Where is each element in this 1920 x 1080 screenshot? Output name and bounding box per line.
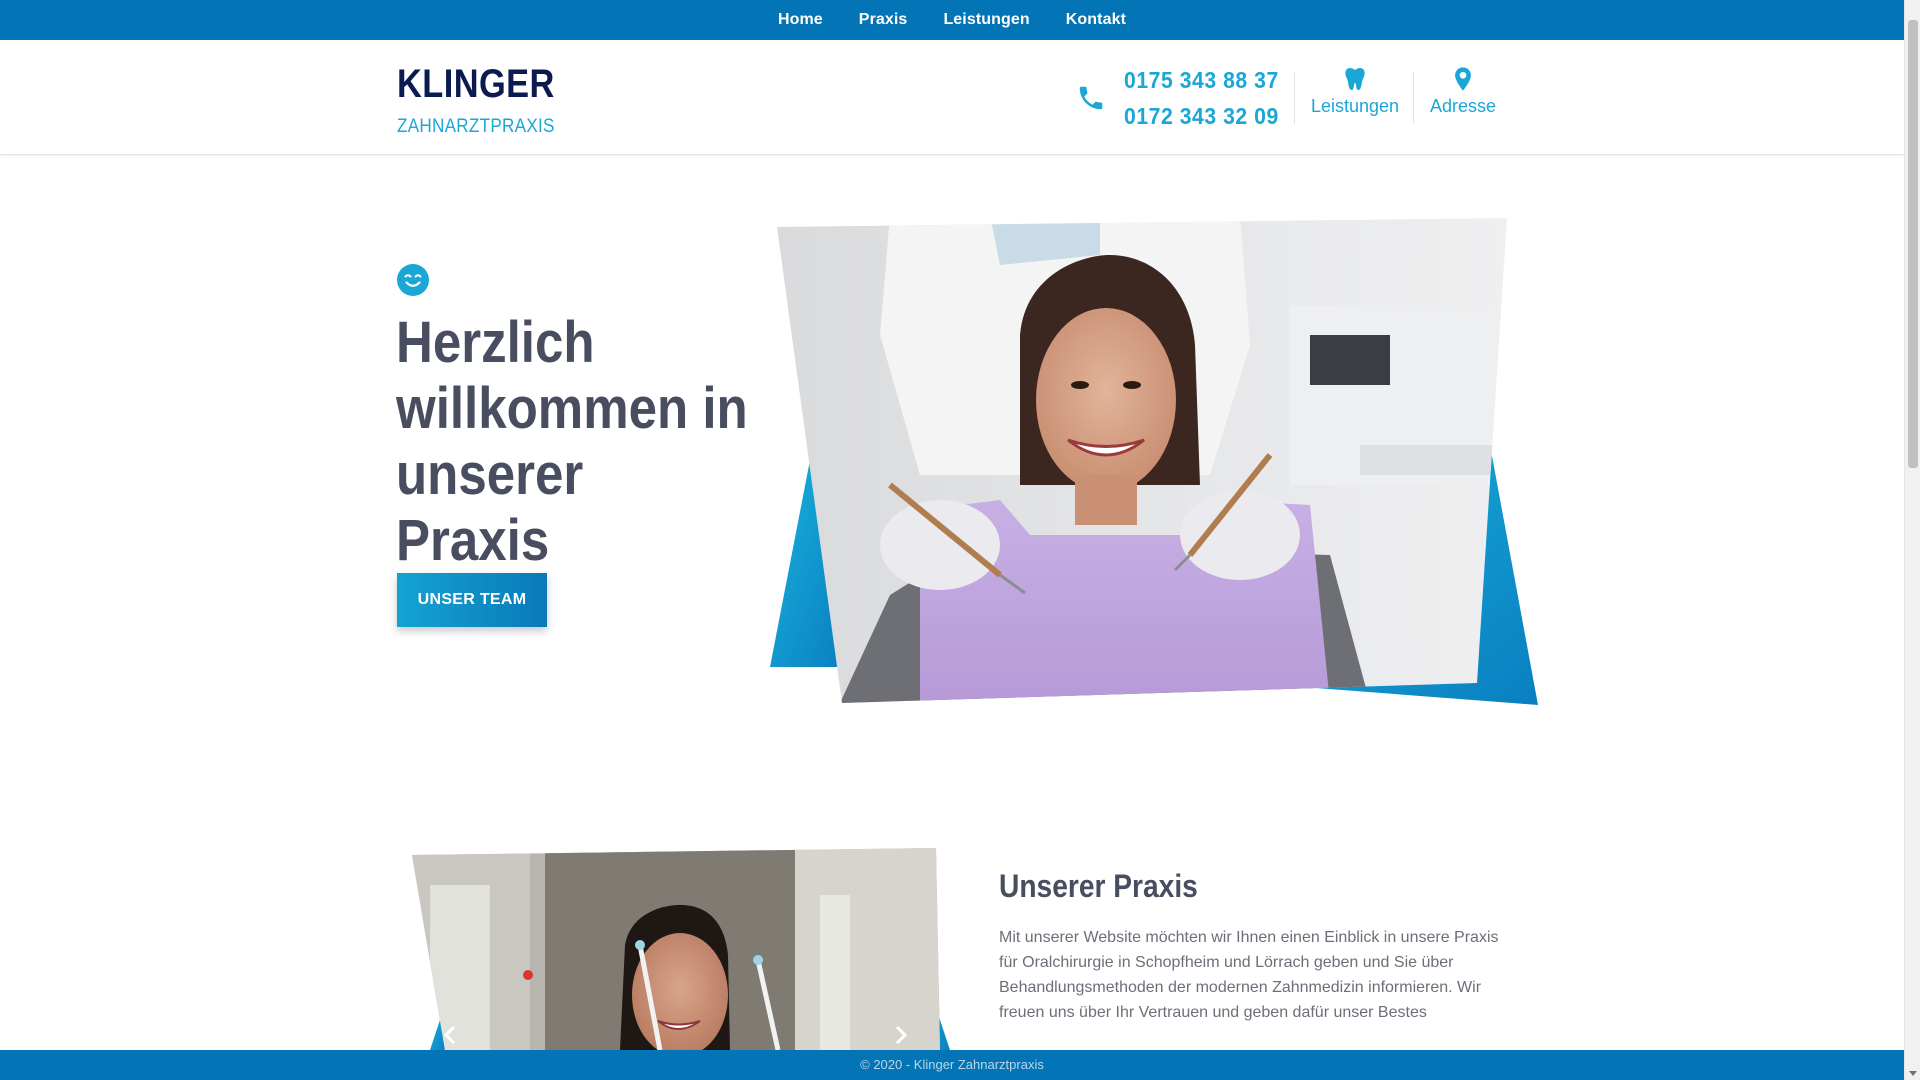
header-address-label: Adresse — [1429, 96, 1497, 116]
phone-number-1[interactable]: 0175 343 88 37 — [1124, 62, 1279, 98]
page-scrollbar[interactable] — [1904, 0, 1920, 1080]
phone-number-2[interactable]: 0172 343 32 09 — [1124, 98, 1279, 134]
scrollbar-thumb[interactable] — [1908, 20, 1918, 468]
header-divider — [1294, 72, 1295, 124]
hero-image — [770, 218, 1538, 705]
header-services-label: Leistungen — [1310, 96, 1400, 116]
nav-home[interactable]: Home — [760, 11, 841, 29]
praxis-text: Mit unserer Website möchten wir Ihnen ei… — [999, 929, 1499, 1021]
header-address-link[interactable]: Adresse — [1408, 66, 1518, 117]
nav-leistungen[interactable]: Leistungen — [925, 11, 1047, 29]
footer: © 2020 - Klinger Zahnarztpraxis — [0, 1050, 1904, 1080]
nav-kontakt[interactable]: Kontakt — [1048, 11, 1144, 29]
page: Home Praxis Leistungen Kontakt KLINGER Z… — [0, 0, 1920, 1080]
smile-icon — [397, 264, 429, 296]
site-header: KLINGER ZAHNARZTPRAXIS 0175 343 88 37 01… — [0, 40, 1904, 155]
top-nav: Home Praxis Leistungen Kontakt — [0, 0, 1904, 40]
praxis-image-carousel — [412, 848, 950, 1050]
tooth-icon — [1345, 68, 1365, 90]
nav-praxis[interactable]: Praxis — [841, 11, 926, 29]
brand-subtitle: ZAHNARZTPRAXIS — [397, 116, 555, 137]
team-button[interactable]: UNSER TEAM — [397, 573, 547, 627]
header-services-link[interactable]: Leistungen — [1300, 66, 1410, 117]
brand-name[interactable]: KLINGER — [397, 62, 555, 107]
scroll-down-arrow-icon[interactable] — [1909, 1071, 1917, 1076]
phone-icon — [1079, 86, 1103, 110]
phone-numbers: 0175 343 88 37 0172 343 32 09 — [1124, 62, 1292, 134]
footer-copyright: © 2020 - Klinger Zahnarztpraxis — [860, 1057, 1044, 1072]
map-pin-icon — [1455, 67, 1471, 91]
hero-title: Herzlich willkommen in unserer Praxis — [396, 310, 748, 573]
praxis-title: Unserer Praxis — [999, 868, 1198, 904]
